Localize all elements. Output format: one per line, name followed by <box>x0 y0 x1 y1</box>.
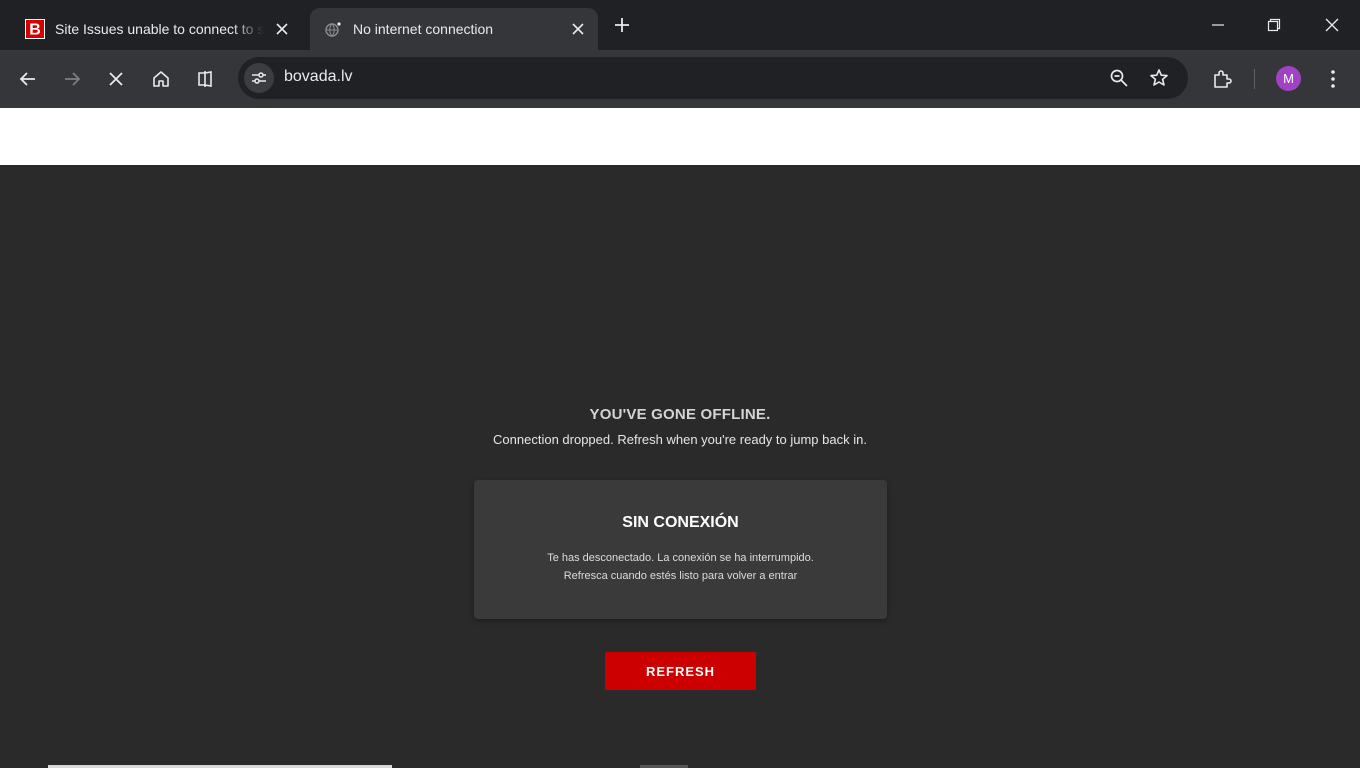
zoom-icon[interactable] <box>1104 63 1134 93</box>
card-title: SIN CONEXIÓN <box>622 514 739 531</box>
refresh-button[interactable]: REFRESH <box>605 652 756 690</box>
site-info-icon[interactable] <box>244 63 274 93</box>
bovada-b-icon: B <box>25 19 45 39</box>
browser-toolbar: bovada.lv M <box>0 50 1360 108</box>
stop-icon[interactable] <box>101 64 131 94</box>
back-arrow-icon[interactable] <box>13 64 43 94</box>
tab-title: No internet connection <box>353 21 494 37</box>
page-top-bar <box>0 108 1360 165</box>
page-content: YOU'VE GONE OFFLINE. Connection dropped.… <box>0 165 1360 768</box>
minimize-icon[interactable] <box>1203 10 1233 40</box>
close-tab-icon[interactable] <box>270 17 294 41</box>
toolbar-divider <box>1254 69 1255 89</box>
svg-text:B: B <box>29 22 41 39</box>
tab-site-issues[interactable]: B Site Issues unable to connect to site <box>12 8 302 50</box>
tab-no-internet[interactable]: No internet connection <box>310 8 598 50</box>
kebab-menu-icon[interactable] <box>1318 64 1348 94</box>
new-tab-icon[interactable] <box>610 13 634 37</box>
tab-strip: B Site Issues unable to connect to site … <box>0 0 1360 50</box>
close-tab-icon[interactable] <box>566 17 590 41</box>
offline-subtext: Connection dropped. Refresh when you're … <box>493 432 867 447</box>
address-bar[interactable]: bovada.lv <box>238 57 1188 99</box>
offline-card-spanish: SIN CONEXIÓN Te has desconectado. La con… <box>474 480 887 619</box>
bookmark-star-icon[interactable] <box>1144 63 1174 93</box>
card-line-2: Refresca cuando estés listo para volver … <box>563 570 798 582</box>
close-window-icon[interactable] <box>1317 10 1347 40</box>
tab-title: Site Issues unable to connect to site <box>55 21 264 37</box>
offline-globe-icon <box>323 19 343 39</box>
split-view-icon[interactable] <box>190 64 220 94</box>
card-line-1: Te has desconectado. La conexión se ha i… <box>547 552 814 564</box>
extensions-icon[interactable] <box>1207 64 1237 94</box>
forward-arrow-icon[interactable] <box>57 64 87 94</box>
home-icon[interactable] <box>146 64 176 94</box>
offline-heading: YOU'VE GONE OFFLINE. <box>589 406 771 423</box>
profile-avatar[interactable]: M <box>1276 66 1301 91</box>
restore-icon[interactable] <box>1259 10 1289 40</box>
url-text[interactable]: bovada.lv <box>284 68 353 86</box>
